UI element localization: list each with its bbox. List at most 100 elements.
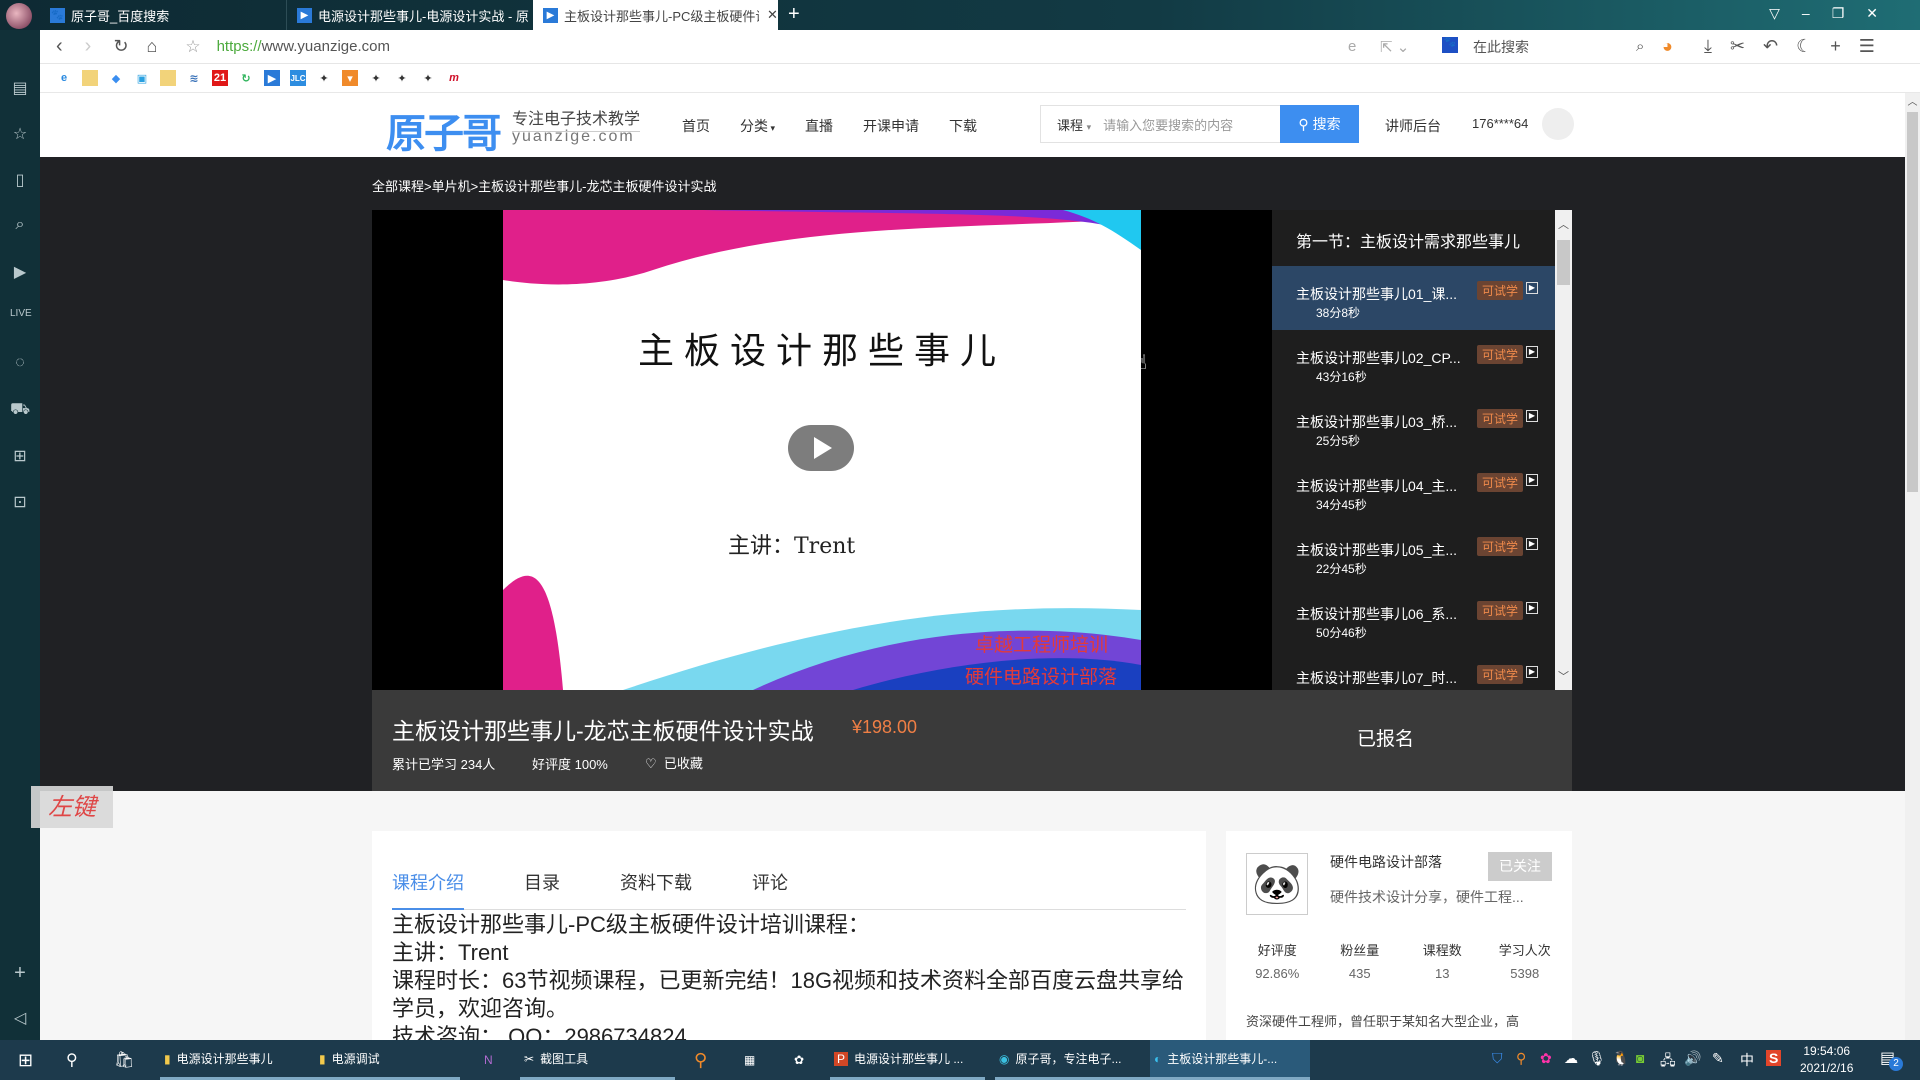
nav-home[interactable]: 首页 xyxy=(682,116,710,136)
video-icon[interactable]: ▶ xyxy=(10,262,30,282)
ie-mode-icon[interactable]: e xyxy=(1348,38,1356,55)
playlist-item[interactable]: 主板设计那些事儿01_课... 38分8秒 可试学 ▶ xyxy=(1272,266,1555,330)
url-field[interactable]: https://www.yuanzige.com xyxy=(217,38,390,55)
scrollbar-thumb[interactable] xyxy=(1907,112,1918,492)
store-icon[interactable]: 🛍 xyxy=(110,1040,134,1080)
window-controls[interactable]: ▽–❐✕ xyxy=(1769,5,1900,22)
baidu-search-icon[interactable]: 🐾 xyxy=(1442,37,1458,53)
calculator-icon[interactable]: ▦ xyxy=(740,1040,755,1080)
bookmark-m-icon[interactable]: m xyxy=(446,70,462,86)
toolbar-icons[interactable]: ⤓✂↶☾+☰ xyxy=(1704,36,1893,57)
breadcrumb[interactable]: 全部课程>单片机>主板设计那些事儿-龙芯主板硬件设计实战 xyxy=(372,176,717,195)
add-icon[interactable]: + xyxy=(10,962,30,984)
taskbar-item-active[interactable]: ◐ 主板设计那些事儿-... xyxy=(1150,1040,1310,1080)
taskbar-item[interactable]: ▮ 电源调试 xyxy=(315,1040,460,1080)
bookmark-play-icon[interactable]: ▶ xyxy=(264,70,280,86)
avatar[interactable] xyxy=(1542,108,1574,140)
sogou-icon[interactable]: S xyxy=(1766,1050,1782,1066)
browser-avatar[interactable] xyxy=(6,3,32,29)
teacher-name[interactable]: 硬件电路设计部落 xyxy=(1330,852,1442,872)
bookmark-folder-icon[interactable] xyxy=(82,70,98,86)
playlist-item[interactable]: 主板设计那些事儿06_系... 50分46秒 可试学 ▶ xyxy=(1272,586,1555,650)
bookmark-bilibili-icon[interactable]: ▣ xyxy=(134,70,150,86)
cart-icon[interactable]: ⛟ xyxy=(10,400,30,420)
taskbar-item[interactable]: P 电源设计那些事儿 ... xyxy=(830,1040,985,1080)
site-search-input[interactable]: 请输入您要搜索的内容 xyxy=(1103,115,1233,134)
tab-intro[interactable]: 课程介绍 xyxy=(392,851,464,910)
tab-downloads[interactable]: 资料下载 xyxy=(620,851,692,909)
box-icon[interactable]: ⊡ xyxy=(10,492,30,512)
start-button[interactable]: ⊞ xyxy=(14,1040,33,1080)
search-icon[interactable]: ⌕ xyxy=(1636,38,1644,55)
nav-apply[interactable]: 开课申请 xyxy=(863,116,919,136)
tray-app-icon[interactable]: ✿ xyxy=(1540,1050,1552,1067)
tab-baidu[interactable]: 🐾 原子哥_百度搜索 xyxy=(40,0,285,30)
nav-live[interactable]: 直播 xyxy=(805,116,833,136)
forward-icon[interactable]: › xyxy=(85,35,92,58)
pen-icon[interactable]: ✎ xyxy=(1712,1050,1724,1067)
tab-comments[interactable]: 评论 xyxy=(752,851,788,909)
news-icon[interactable]: ▤ xyxy=(10,78,30,98)
bookmark-icon[interactable]: ◆ xyxy=(108,70,124,86)
bookmark-icon[interactable]: ↻ xyxy=(238,70,254,86)
network-icon[interactable]: 🖧 xyxy=(1660,1050,1676,1074)
bookmark-ti-icon[interactable]: ✦ xyxy=(394,70,410,86)
translate-icon[interactable]: ⊞ xyxy=(10,446,30,466)
bookmark-ie-icon[interactable]: e xyxy=(56,70,72,86)
search-icon[interactable]: ⌕ xyxy=(10,216,30,236)
nav-category[interactable]: 分类 ▾ xyxy=(740,116,775,136)
collapse-icon[interactable]: ◁ xyxy=(10,1008,30,1028)
bookmark-ti-icon[interactable]: ✦ xyxy=(316,70,332,86)
search-icon[interactable]: ⚲ xyxy=(62,1040,78,1080)
live-icon[interactable]: LIVE xyxy=(10,308,32,328)
chevron-up-icon[interactable]: ︿ xyxy=(1555,216,1572,232)
notification-center[interactable]: ▤ 2 xyxy=(1880,1048,1903,1071)
playlist-item[interactable]: 主板设计那些事儿03_桥... 25分5秒 可试学 ▶ xyxy=(1272,394,1555,458)
taskbar-item[interactable]: ◉ 原子哥，专注电子... xyxy=(995,1040,1150,1080)
play-button[interactable] xyxy=(788,425,854,471)
ime-indicator[interactable]: 中 xyxy=(1740,1050,1754,1070)
tab-board-course[interactable]: ▶ 主板设计那些事儿-PC级主板硬件设计 ✕ xyxy=(533,0,778,30)
site-search-button[interactable]: ⚲ 搜索 xyxy=(1280,105,1359,143)
reload-icon[interactable]: ↻ xyxy=(113,36,128,57)
teacher-avatar[interactable]: 🐼 xyxy=(1246,853,1308,915)
enrolled-button[interactable]: 已报名 xyxy=(1357,724,1414,751)
reader-icon[interactable]: ▯ xyxy=(10,170,30,190)
search-app-icon[interactable]: ⚲ xyxy=(690,1040,707,1080)
follow-button[interactable]: 已关注 xyxy=(1488,852,1552,881)
bookmark-icon[interactable]: ≋ xyxy=(186,70,202,86)
app-icon[interactable]: ✿ xyxy=(790,1040,804,1080)
close-icon[interactable]: ✕ xyxy=(767,7,778,23)
video-frame[interactable]: 主板设计那些事儿 主讲：Trent 卓越工程师培训 硬件电路设计部落 xyxy=(503,210,1141,690)
nvidia-icon[interactable]: ◙ xyxy=(1636,1050,1644,1066)
tab-power-course[interactable]: ▶ 电源设计那些事儿-电源设计实战 - 原 xyxy=(286,0,532,30)
teacher-backend-link[interactable]: 讲师后台 xyxy=(1385,116,1441,136)
playlist-scrollbar[interactable]: ︿ ﹀ xyxy=(1555,210,1572,690)
playlist-item[interactable]: 主板设计那些事儿05_主... 22分45秒 可试学 ▶ xyxy=(1272,522,1555,586)
security-icon[interactable]: ⛉ xyxy=(1492,1050,1503,1067)
site-logo[interactable]: 原子哥 xyxy=(386,101,502,159)
bookmark-ti-icon[interactable]: ✦ xyxy=(368,70,384,86)
playlist-item[interactable]: 主板设计那些事儿04_主... 34分45秒 可试学 ▶ xyxy=(1272,458,1555,522)
scrollbar-thumb[interactable] xyxy=(1557,240,1570,285)
favorite-button[interactable]: ♡ 已收藏 xyxy=(645,753,703,772)
favorites-icon[interactable]: ☆ xyxy=(10,124,30,144)
onenote-icon[interactable]: N xyxy=(480,1040,493,1080)
tab-catalog[interactable]: 目录 xyxy=(524,851,560,909)
microphone-icon[interactable]: 🎙 xyxy=(1588,1050,1606,1067)
taskbar-item[interactable]: ▮ 电源设计那些事儿 xyxy=(160,1040,320,1080)
bookmark-ti-icon[interactable]: ✦ xyxy=(420,70,436,86)
taskbar-item[interactable]: ✂ 截图工具 xyxy=(520,1040,675,1080)
search-category-select[interactable]: 课程 ▾ xyxy=(1057,115,1091,134)
bookmark-21ic-icon[interactable]: 21 xyxy=(212,70,228,86)
playlist-item[interactable]: 主板设计那些事儿02_CP... 43分16秒 可试学 ▶ xyxy=(1272,330,1555,394)
user-name[interactable]: 176****64 xyxy=(1472,116,1528,131)
chat-icon[interactable]: ◌ xyxy=(10,354,30,374)
chevron-down-icon[interactable]: ﹀ xyxy=(1555,668,1572,684)
baidu-netdisk-icon[interactable]: ☁ xyxy=(1564,1050,1578,1067)
bookmark-icon[interactable]: ▾ xyxy=(342,70,358,86)
chevron-up-icon[interactable]: ︿ xyxy=(1905,93,1920,108)
share-icon[interactable]: ⇱ ⌄ xyxy=(1380,38,1409,56)
qq-icon[interactable]: 🐧 xyxy=(1612,1050,1629,1067)
back-icon[interactable]: ‹ xyxy=(56,35,63,58)
